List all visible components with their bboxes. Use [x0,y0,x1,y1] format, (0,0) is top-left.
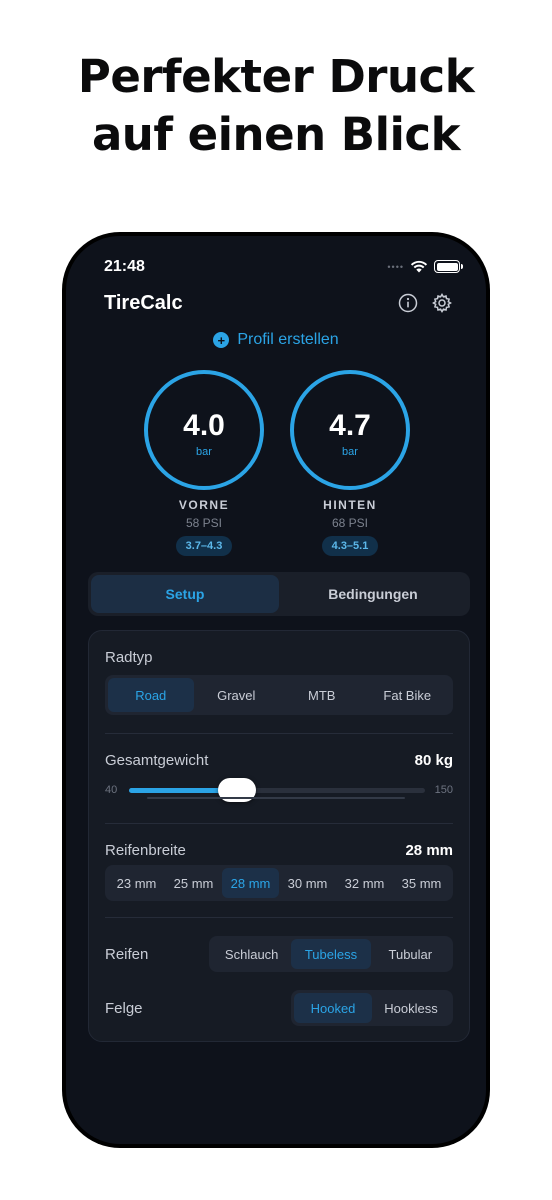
rear-psi: 68 PSI [331,516,369,530]
app-screen: 21:48 •••• TireCalc + Profil erstellen 4… [66,236,486,1144]
rim-selector: Hooked Hookless [291,990,453,1026]
front-pressure-unit: bar [196,446,212,458]
rear-pressure-gauge: 4.7 bar HINTEN 68 PSI 4.3–5.1 [290,370,410,556]
total-weight-label: Gesamtgewicht [105,752,209,769]
tire-width-23[interactable]: 23 mm [108,868,165,898]
tab-setup[interactable]: Setup [91,575,279,613]
divider [105,733,453,734]
weight-slider-subtrack [147,797,405,799]
front-range-badge: 3.7–4.3 [175,536,233,556]
tire-width-label: Reifenbreite [105,842,186,859]
divider [105,917,453,918]
create-profile-label: Profil erstellen [237,331,339,348]
front-label: VORNE [178,498,230,512]
front-pressure-value: 4.0 [183,409,225,442]
bike-type-road[interactable]: Road [108,678,194,712]
weight-slider-min: 40 [105,784,118,796]
rim-hookless[interactable]: Hookless [372,993,450,1023]
info-icon[interactable] [398,293,418,313]
plus-circle-icon: + [213,332,230,348]
headline-line-2: auf einen Blick [91,108,461,161]
app-title: TireCalc [104,292,183,314]
tire-width-25[interactable]: 25 mm [165,868,222,898]
bike-type-selector: Road Gravel MTB Fat Bike [105,675,453,715]
divider [105,823,453,824]
status-icons: •••• [387,260,463,273]
bike-type-gravel[interactable]: Gravel [194,678,280,712]
gear-icon[interactable] [432,293,452,313]
status-time: 21:48 [104,258,145,275]
total-weight-value: 80 kg [414,752,453,769]
phone-frame: 21:48 •••• TireCalc + Profil erstellen 4… [62,232,490,1148]
tire-width-value: 28 mm [405,842,453,859]
tire-width-28[interactable]: 28 mm [222,868,279,898]
headline-line-1: Perfekter Druck [77,50,475,103]
rear-pressure-ring: 4.7 bar [290,370,410,490]
rear-pressure-unit: bar [342,446,358,458]
tab-conditions[interactable]: Bedingungen [279,575,467,613]
setup-card: Radtyp Road Gravel MTB Fat Bike Gesamtge… [88,630,470,1042]
front-psi: 58 PSI [185,516,223,530]
front-pressure-gauge: 4.0 bar VORNE 58 PSI 3.7–4.3 [144,370,264,556]
tire-width-30[interactable]: 30 mm [279,868,336,898]
battery-icon [434,260,463,273]
bike-type-fat-bike[interactable]: Fat Bike [365,678,451,712]
main-tabs: Setup Bedingungen [88,572,470,616]
tire-type-selector: Schlauch Tubeless Tubular [209,936,453,972]
tire-width-selector: 23 mm 25 mm 28 mm 30 mm 32 mm 35 mm [105,865,453,901]
front-pressure-ring: 4.0 bar [144,370,264,490]
top-icons [398,293,452,313]
tire-type-tubular[interactable]: Tubular [371,939,450,969]
tire-width-32[interactable]: 32 mm [336,868,393,898]
bike-type-label: Radtyp [105,649,153,666]
weight-slider-max: 150 [434,784,453,796]
rim-label: Felge [105,1000,143,1017]
rear-pressure-value: 4.7 [329,409,371,442]
tire-type-schlauch[interactable]: Schlauch [212,939,291,969]
weight-slider-track[interactable] [129,788,425,793]
tire-type-label: Reifen [105,946,149,963]
headline: Perfekter Druck auf einen Blick [0,48,552,164]
wifi-icon [410,260,428,273]
rear-range-badge: 4.3–5.1 [321,536,379,556]
rear-label: HINTEN [323,498,377,512]
bike-type-mtb[interactable]: MTB [279,678,365,712]
signal-icon: •••• [387,261,404,272]
rim-hooked[interactable]: Hooked [294,993,372,1023]
tire-type-tubeless[interactable]: Tubeless [291,939,371,969]
tire-width-35[interactable]: 35 mm [393,868,450,898]
create-profile-button[interactable]: + Profil erstellen [66,331,486,349]
